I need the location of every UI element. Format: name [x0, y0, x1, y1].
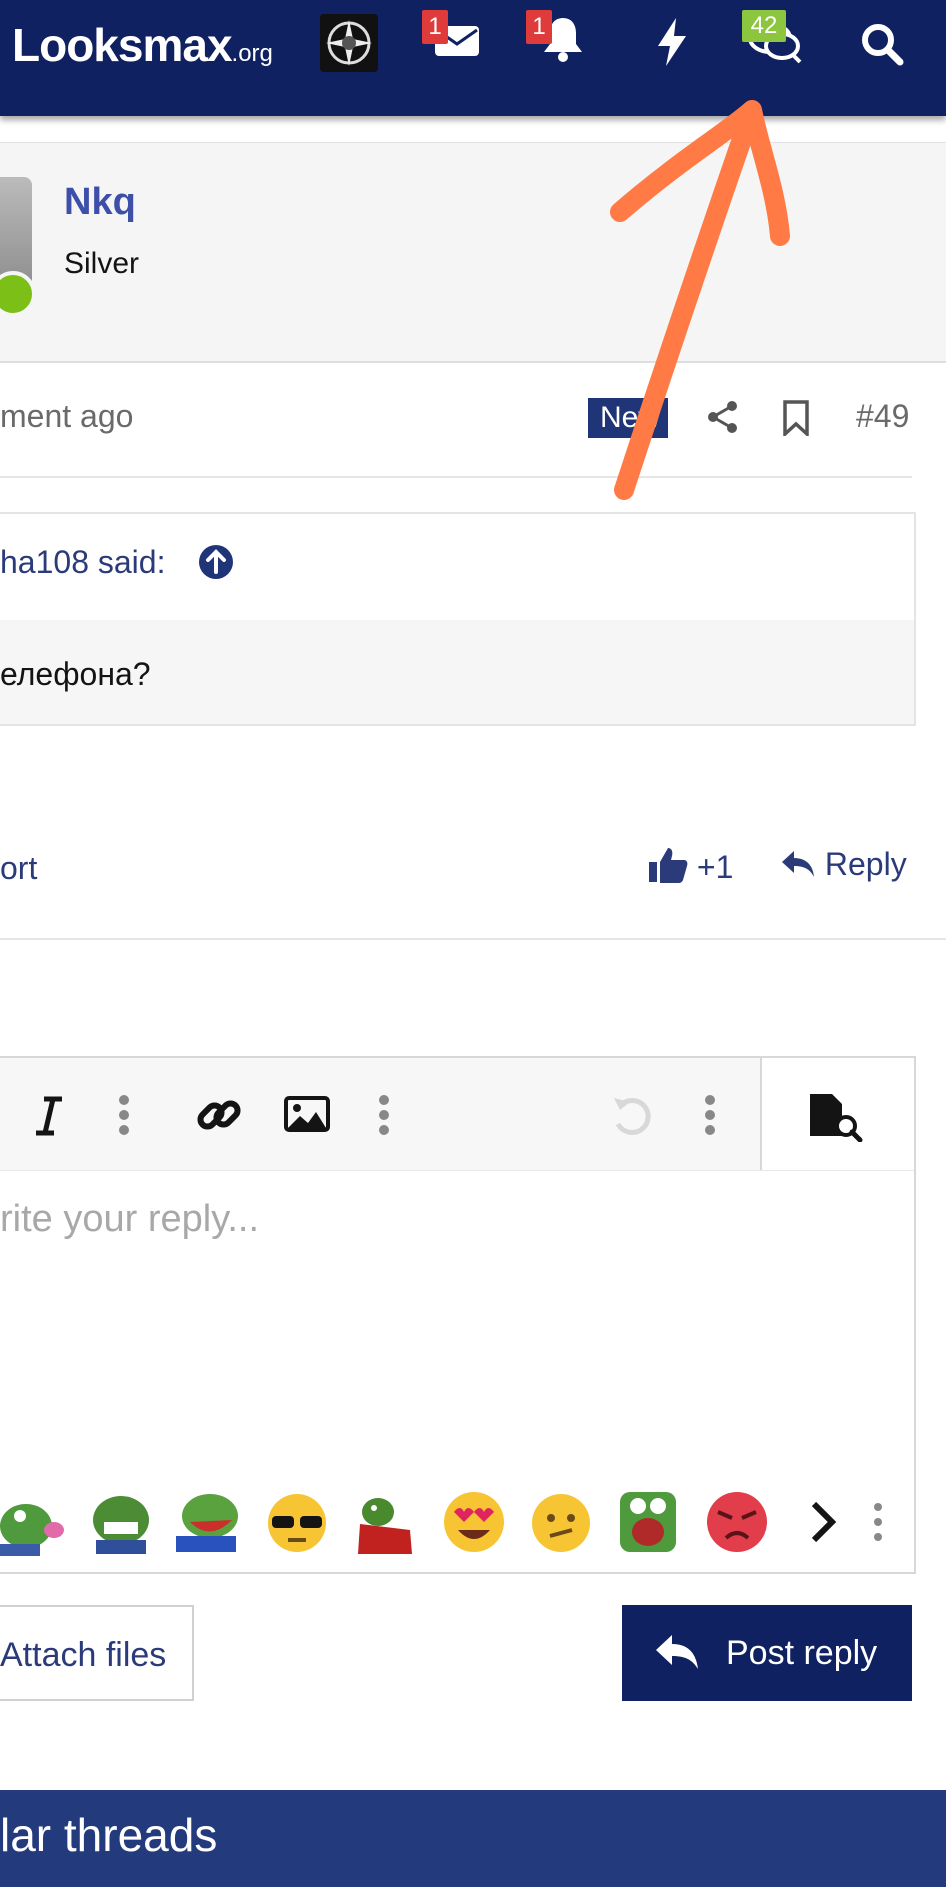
- emoji-smilie-bar: [0, 1478, 914, 1570]
- editor-toolbar: [0, 1058, 914, 1171]
- user-title: Silver: [64, 247, 140, 280]
- reply-editor: rite your reply...: [0, 1056, 916, 1574]
- post-reply-button[interactable]: Post reply: [622, 1605, 912, 1701]
- new-post-badge: New: [588, 398, 668, 438]
- divider: [0, 938, 946, 940]
- quote-block: ha108 said: елефона?: [0, 512, 916, 726]
- thumbs-up-icon: [649, 848, 688, 883]
- confused-face-emoji[interactable]: [530, 1492, 592, 1554]
- quote-author[interactable]: ha108 said:: [0, 544, 165, 581]
- reply-arrow-icon: [782, 851, 814, 877]
- pepe-laugh-emoji[interactable]: [176, 1490, 240, 1552]
- attach-files-button[interactable]: Attach files: [0, 1605, 194, 1701]
- preview-document-search-icon: [810, 1094, 863, 1142]
- insert-image-icon[interactable]: [284, 1096, 330, 1137]
- jump-to-quote-arrow-up-icon[interactable]: [198, 544, 234, 585]
- post-reply-label: Post reply: [726, 1634, 878, 1672]
- quote-text: елефона?: [0, 656, 151, 692]
- reply-button[interactable]: Reply: [780, 846, 907, 883]
- chats-badge: 42: [742, 10, 786, 42]
- pepe-kiss-emoji[interactable]: [0, 1492, 64, 1556]
- quote-header: ha108 said:: [0, 514, 914, 620]
- alerts-badge: 1: [526, 10, 552, 44]
- top-navbar: Looksmax.org 1 1 42: [0, 0, 946, 116]
- like-count: +1: [696, 849, 734, 885]
- chevron-right-icon[interactable]: [808, 1500, 838, 1544]
- pepe-scream-emoji[interactable]: [618, 1490, 678, 1554]
- share-icon[interactable]: [706, 400, 740, 439]
- quote-body: елефона?: [0, 620, 914, 724]
- whats-new-lightning-icon[interactable]: [656, 18, 688, 71]
- more-options-icon[interactable]: [872, 1502, 884, 1542]
- pepe-laugh-cry-emoji[interactable]: [92, 1492, 150, 1554]
- inbox-badge: 1: [422, 10, 448, 44]
- username-link[interactable]: Nkq: [64, 181, 136, 224]
- pepe-blood-emoji[interactable]: [356, 1490, 414, 1554]
- account-avatar[interactable]: [320, 14, 378, 72]
- similar-threads-title: lar threads: [0, 1809, 218, 1861]
- reply-arrow-icon: [656, 1635, 698, 1669]
- report-link[interactable]: ort: [0, 850, 37, 887]
- post-user-block: Nkq Silver: [0, 142, 946, 363]
- more-options-icon[interactable]: [118, 1094, 130, 1141]
- site-logo[interactable]: Looksmax.org: [12, 18, 273, 72]
- link-icon[interactable]: [196, 1092, 242, 1143]
- reply-label: Reply: [824, 846, 907, 882]
- post-number-link[interactable]: #49: [856, 398, 909, 435]
- bookmark-icon[interactable]: [782, 400, 810, 441]
- italic-icon[interactable]: [34, 1096, 64, 1141]
- post-timestamp[interactable]: ment ago: [0, 398, 133, 435]
- more-options-icon[interactable]: [378, 1094, 390, 1141]
- undo-icon[interactable]: [610, 1094, 656, 1143]
- reply-textarea[interactable]: rite your reply...: [0, 1198, 259, 1241]
- sunglasses-flushed-emoji[interactable]: [266, 1492, 328, 1554]
- preview-toggle[interactable]: [762, 1058, 914, 1170]
- like-button[interactable]: +1: [648, 846, 733, 886]
- heart-eyes-emoji[interactable]: [442, 1490, 506, 1554]
- search-icon[interactable]: [860, 22, 904, 71]
- divider: [0, 476, 912, 478]
- similar-threads-header: lar threads: [0, 1790, 946, 1887]
- angry-face-emoji[interactable]: [706, 1490, 768, 1554]
- more-options-icon[interactable]: [704, 1094, 716, 1141]
